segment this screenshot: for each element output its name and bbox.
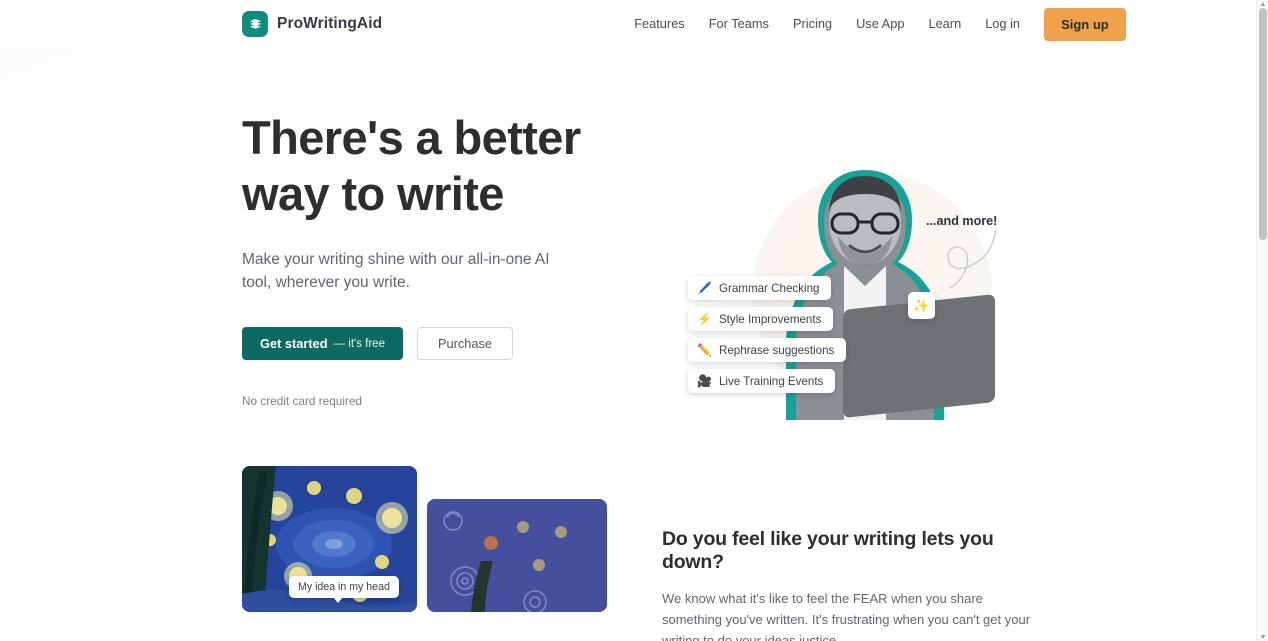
nav-item-use-app[interactable]: Use App <box>844 0 916 48</box>
plain-blue-image <box>427 499 607 612</box>
curly-arrow-icon <box>947 229 997 289</box>
sign-up-button[interactable]: Sign up <box>1044 7 1126 41</box>
nav-item-for-teams[interactable]: For Teams <box>697 0 781 48</box>
no-credit-card-note: No credit card required <box>242 394 362 408</box>
nav-item-learn[interactable]: Learn <box>916 0 973 48</box>
get-started-sublabel: — it's free <box>333 337 385 350</box>
nav-item-pricing[interactable]: Pricing <box>781 0 844 48</box>
hero-subtitle: Make your writing shine with our all-in-… <box>242 251 550 291</box>
page-root: ProWritingAid Features For Teams Pricing… <box>0 0 1256 641</box>
writing-lets-you-down-section: My idea in my head Do you feel like your… <box>0 408 1256 641</box>
lightning-icon: ⚡ <box>697 312 712 326</box>
feature-pill-label: Live Training Events <box>718 374 824 388</box>
main-nav: Features For Teams Pricing Use App Learn… <box>622 0 1126 48</box>
feature-pill-rephrase-suggestions: ✏️ Rephrase suggestions <box>688 338 847 362</box>
scrollbar-thumb[interactable] <box>1259 8 1267 240</box>
hero-cta-group: Get started — it's free Purchase <box>242 327 632 360</box>
pencil-icon: ✏️ <box>697 343 712 357</box>
feature-pill-grammar-checking: 🖊️ Grammar Checking <box>688 276 832 300</box>
feature-pill-label: Rephrase suggestions <box>718 343 835 357</box>
brand-logo[interactable]: ProWritingAid <box>242 11 382 37</box>
idea-comparison-art: My idea in my head <box>242 466 632 616</box>
book-logo-icon <box>242 11 268 37</box>
hero-title-line-1: There's a better <box>242 111 581 164</box>
feature-pill-label: Grammar Checking <box>718 281 820 295</box>
purchase-button[interactable]: Purchase <box>416 327 514 360</box>
nav-item-log-in[interactable]: Log in <box>973 0 1032 48</box>
section2-copy: Do you feel like your writing lets you d… <box>662 466 1032 641</box>
get-started-label: Get started <box>260 336 328 351</box>
nav-item-features[interactable]: Features <box>622 0 697 48</box>
feature-pill-label: Style Improvements <box>718 312 822 326</box>
hero-section: There's a better way to write Make your … <box>0 48 1256 426</box>
and-more-annotation: ...and more! <box>926 214 998 228</box>
video-camera-icon: 🎥 <box>697 374 712 388</box>
pen-icon: 🖊️ <box>697 281 712 295</box>
feature-pill-style-improvements: ⚡ Style Improvements <box>688 307 834 331</box>
brand-name: ProWritingAid <box>277 15 383 32</box>
site-header: ProWritingAid Features For Teams Pricing… <box>0 0 1256 48</box>
scroll-up-arrow[interactable]: ▲ <box>1257 0 1268 8</box>
idea-caption: My idea in my head <box>289 576 399 603</box>
hero-copy: There's a better way to write Make your … <box>242 96 632 408</box>
page-scrollbar[interactable]: ▲ ▼ <box>1256 0 1268 641</box>
section2-body: We know what it's like to feel the FEAR … <box>662 591 1031 641</box>
page-title: There's a better way to write <box>242 110 632 222</box>
hero-illustration: 🖊️ Grammar Checking ⚡ Style Improvements… <box>660 144 1010 444</box>
get-started-button[interactable]: Get started — it's free <box>242 327 403 360</box>
hero-title-line-2: way to write <box>242 167 504 220</box>
scroll-down-arrow[interactable]: ▼ <box>1257 633 1268 641</box>
section2-title: Do you feel like your writing lets you d… <box>662 528 994 573</box>
feature-pill-live-training-events: 🎥 Live Training Events <box>688 369 836 393</box>
